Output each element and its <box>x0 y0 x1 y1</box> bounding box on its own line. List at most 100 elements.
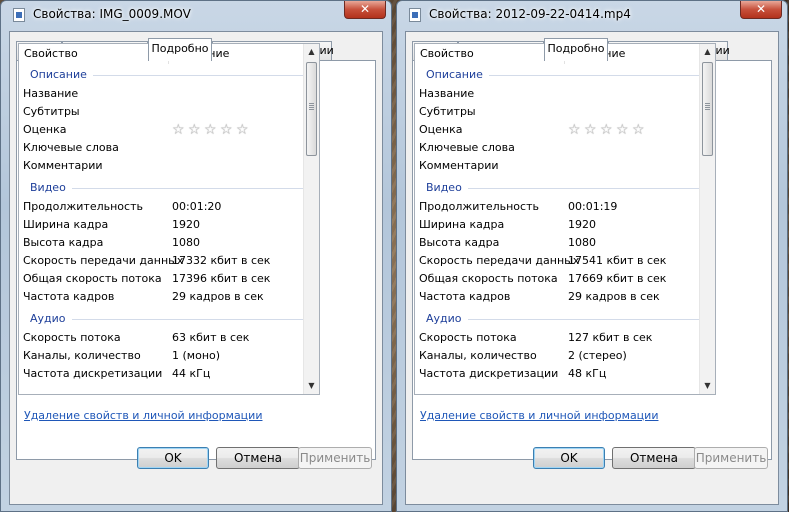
property-row[interactable]: Скорость передачи данных 17332 кбит в сек <box>19 252 303 270</box>
column-header-property[interactable]: Свойство <box>415 44 565 64</box>
star-icon[interactable]: ☆ <box>600 122 616 138</box>
scroll-thumb[interactable] <box>702 62 713 156</box>
property-row[interactable]: Оценка ☆ ☆ ☆ ☆ ☆ <box>19 121 303 139</box>
property-row[interactable]: Каналы, количество 2 (стерео) <box>415 347 699 365</box>
property-name: Комментарии <box>23 159 103 172</box>
section-description: Описание <box>415 66 699 84</box>
window-title: Свойства: IMG_0009.MOV <box>33 7 191 21</box>
scroll-down-arrow-icon[interactable]: ▼ <box>304 378 319 394</box>
property-row[interactable]: Скорость потока 63 кбит в сек <box>19 329 303 347</box>
property-row[interactable]: Ширина кадра 1920 <box>415 216 699 234</box>
apply-button[interactable]: Применить <box>298 447 372 469</box>
tab-details[interactable]: Подробно <box>148 38 212 61</box>
star-icon[interactable]: ☆ <box>616 122 632 138</box>
property-row[interactable]: Оценка ☆ ☆ ☆ ☆ ☆ <box>415 121 699 139</box>
rating-stars[interactable]: ☆ ☆ ☆ ☆ ☆ <box>568 122 648 138</box>
property-row[interactable]: Субтитры <box>19 103 303 121</box>
property-row[interactable]: Продолжительность 00:01:20 <box>19 198 303 216</box>
section-audio: Аудио <box>19 310 303 328</box>
remove-properties-link[interactable]: Удаление свойств и личной информации <box>24 409 262 422</box>
property-row[interactable]: Ключевые слова <box>415 139 699 157</box>
property-name: Скорость передачи данных <box>419 254 580 267</box>
tab-details[interactable]: Подробно <box>544 38 608 61</box>
property-row[interactable]: Частота кадров 29 кадров в сек <box>415 288 699 306</box>
section-label: Видео <box>426 181 468 194</box>
properties-window-right: Свойства: 2012-09-22-0414.mp4 ✕ Общие Бе… <box>396 0 788 512</box>
cancel-button[interactable]: Отмена <box>216 447 300 469</box>
vertical-scrollbar[interactable]: ▲ ▼ <box>699 44 715 394</box>
section-label: Описание <box>30 68 93 81</box>
title-bar[interactable]: Свойства: 2012-09-22-0414.mp4 ✕ <box>397 1 787 29</box>
property-row[interactable]: Общая скорость потока 17669 кбит в сек <box>415 270 699 288</box>
star-icon[interactable]: ☆ <box>172 122 188 138</box>
file-icon <box>13 8 25 22</box>
property-row[interactable]: Скорость потока 127 кбит в сек <box>415 329 699 347</box>
property-row[interactable]: Каналы, количество 1 (моно) <box>19 347 303 365</box>
property-name: Оценка <box>23 123 67 136</box>
property-name: Название <box>23 87 79 100</box>
property-row[interactable]: Субтитры <box>415 103 699 121</box>
property-row[interactable]: Частота кадров 29 кадров в сек <box>19 288 303 306</box>
property-row[interactable]: Комментарии <box>415 157 699 175</box>
column-header-property[interactable]: Свойство <box>19 44 169 64</box>
star-icon[interactable]: ☆ <box>632 122 648 138</box>
section-label: Аудио <box>30 312 72 325</box>
property-row[interactable]: Частота дискретизации 44 кГц <box>19 365 303 383</box>
property-row[interactable]: Высота кадра 1080 <box>19 234 303 252</box>
properties-window-left: Свойства: IMG_0009.MOV ✕ Общие Безопасно… <box>0 0 392 512</box>
property-row[interactable]: Частота дискретизации 48 кГц <box>415 365 699 383</box>
property-name: Ключевые слова <box>23 141 119 154</box>
scroll-up-arrow-icon[interactable]: ▲ <box>304 44 319 60</box>
scroll-down-arrow-icon[interactable]: ▼ <box>700 378 715 394</box>
property-value: 17669 кбит в сек <box>568 272 667 285</box>
property-name: Субтитры <box>419 105 476 118</box>
star-icon[interactable]: ☆ <box>584 122 600 138</box>
property-row[interactable]: Скорость передачи данных 17541 кбит в сек <box>415 252 699 270</box>
remove-properties-link[interactable]: Удаление свойств и личной информации <box>420 409 658 422</box>
scroll-up-arrow-icon[interactable]: ▲ <box>700 44 715 60</box>
section-label: Аудио <box>426 312 468 325</box>
property-row[interactable]: Название <box>19 85 303 103</box>
star-icon[interactable]: ☆ <box>188 122 204 138</box>
property-row[interactable]: Ключевые слова <box>19 139 303 157</box>
scroll-thumb[interactable] <box>306 62 317 156</box>
close-button[interactable]: ✕ <box>740 1 782 19</box>
star-icon[interactable]: ☆ <box>220 122 236 138</box>
star-icon[interactable]: ☆ <box>204 122 220 138</box>
star-icon[interactable]: ☆ <box>236 122 252 138</box>
property-name: Ключевые слова <box>419 141 515 154</box>
property-row[interactable]: Продолжительность 00:01:19 <box>415 198 699 216</box>
apply-button[interactable]: Применить <box>694 447 768 469</box>
vertical-scrollbar[interactable]: ▲ ▼ <box>303 44 319 394</box>
property-value: 00:01:19 <box>568 200 618 213</box>
rating-stars[interactable]: ☆ ☆ ☆ ☆ ☆ <box>172 122 252 138</box>
property-row[interactable]: Общая скорость потока 17396 кбит в сек <box>19 270 303 288</box>
property-value: 63 кбит в сек <box>172 331 250 344</box>
section-label: Описание <box>426 68 489 81</box>
property-value: 00:01:20 <box>172 200 222 213</box>
property-list[interactable]: Свойство Значение ОписаниеНазваниеСубтит… <box>414 43 716 395</box>
property-value: 17396 кбит в сек <box>172 272 271 285</box>
ok-button[interactable]: OK <box>533 447 605 469</box>
property-name: Частота дискретизации <box>23 367 163 380</box>
star-icon[interactable]: ☆ <box>568 122 584 138</box>
property-value: 29 кадров в сек <box>172 290 264 303</box>
property-name: Каналы, количество <box>419 349 537 362</box>
property-name: Ширина кадра <box>419 218 505 231</box>
property-row[interactable]: Высота кадра 1080 <box>415 234 699 252</box>
property-name: Скорость передачи данных <box>23 254 184 267</box>
property-row[interactable]: Ширина кадра 1920 <box>19 216 303 234</box>
ok-button[interactable]: OK <box>137 447 209 469</box>
property-name: Частота кадров <box>419 290 511 303</box>
window-title: Свойства: 2012-09-22-0414.mp4 <box>429 7 631 21</box>
property-row[interactable]: Комментарии <box>19 157 303 175</box>
property-name: Комментарии <box>419 159 499 172</box>
property-value: 1920 <box>172 218 200 231</box>
property-row[interactable]: Название <box>415 85 699 103</box>
property-value: 17541 кбит в сек <box>568 254 667 267</box>
title-bar[interactable]: Свойства: IMG_0009.MOV ✕ <box>1 1 391 29</box>
cancel-button[interactable]: Отмена <box>612 447 696 469</box>
close-button[interactable]: ✕ <box>344 1 386 19</box>
property-list[interactable]: Свойство Значение ОписаниеНазваниеСубтит… <box>18 43 320 395</box>
file-icon <box>409 8 421 22</box>
